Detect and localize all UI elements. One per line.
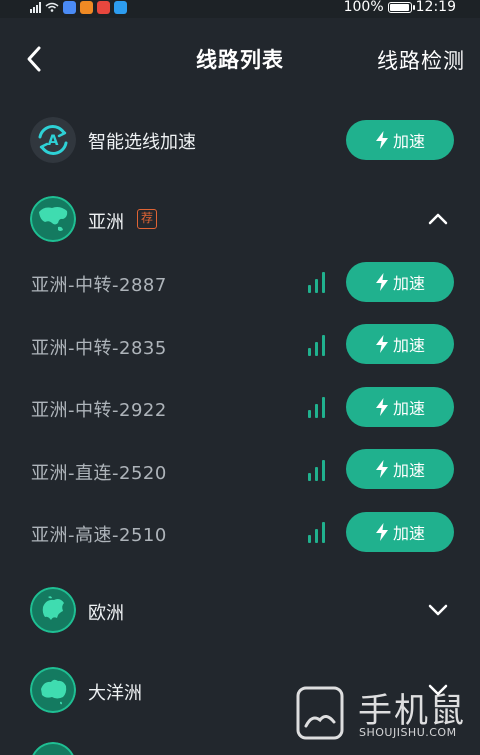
route-detect-button[interactable]: 线路检测 [377, 45, 465, 75]
watermark-text: 手机鼠 [358, 691, 466, 731]
signal-strength-icon [308, 459, 330, 481]
chevron-down-icon[interactable] [426, 602, 450, 618]
region-row-asia[interactable]: 亚洲 荐 [0, 196, 480, 242]
signal-strength-icon [308, 334, 330, 356]
battery-percent: 100% [343, 0, 384, 15]
boost-label: 加速 [392, 132, 425, 151]
route-name: 亚洲-直连-2520 [31, 463, 167, 484]
cellular-signal-icon [30, 1, 41, 13]
boost-label: 加速 [392, 524, 425, 543]
status-icons [30, 0, 127, 14]
chevron-up-icon[interactable] [426, 211, 450, 227]
signal-strength-icon [308, 396, 330, 418]
smart-route-label: 智能选线加速 [88, 132, 196, 153]
boost-button[interactable]: 加速 [346, 262, 454, 302]
region-row-europe[interactable]: 欧洲 [0, 587, 480, 633]
auto-select-icon: A [30, 117, 76, 163]
route-name: 亚洲-中转-2835 [31, 338, 167, 359]
wifi-icon [45, 2, 59, 12]
route-name: 亚洲-中转-2887 [31, 275, 167, 296]
watermark-url: SHOUJISHU.COM [359, 726, 457, 739]
signal-strength-icon [308, 271, 330, 293]
route-row[interactable]: 亚洲-中转-2887 加速 [0, 262, 480, 302]
region-name: 欧洲 [88, 603, 124, 624]
region-name: 大洋洲 [88, 683, 142, 704]
boost-button[interactable]: 加速 [346, 512, 454, 552]
app-notification-icon [114, 0, 127, 14]
boost-button[interactable]: 加速 [346, 387, 454, 427]
clock: 12:19 [415, 0, 456, 15]
route-row[interactable]: 亚洲-中转-2922 加速 [0, 387, 480, 427]
route-list-screen: 100% 12:19 线路列表 线路检测 A 智能选线加速 加速 亚洲 荐 亚洲… [0, 0, 480, 755]
app-notification-icon [97, 0, 110, 14]
top-bar: 线路列表 线路检测 [0, 36, 480, 84]
status-right: 100% 12:19 [344, 0, 456, 14]
route-row[interactable]: 亚洲-高速-2510 加速 [0, 512, 480, 552]
svg-text:A: A [48, 133, 59, 149]
status-bar: 100% 12:19 [0, 0, 480, 18]
europe-globe-icon [30, 587, 76, 633]
boost-button[interactable]: 加速 [346, 324, 454, 364]
smart-route-row[interactable]: A 智能选线加速 加速 [0, 117, 480, 163]
lightning-icon [375, 460, 388, 478]
route-row[interactable]: 亚洲-中转-2835 加速 [0, 324, 480, 364]
route-name: 亚洲-高速-2510 [31, 525, 167, 546]
boost-button[interactable]: 加速 [346, 449, 454, 489]
route-row[interactable]: 亚洲-直连-2520 加速 [0, 449, 480, 489]
lightning-icon [375, 131, 388, 149]
lightning-icon [375, 273, 388, 291]
recommended-badge: 荐 [137, 209, 157, 229]
globe-icon [32, 742, 74, 755]
boost-label: 加速 [392, 399, 425, 418]
app-notification-icon [63, 0, 76, 14]
battery-icon [387, 1, 415, 13]
lightning-icon [375, 335, 388, 353]
oceania-globe-icon [30, 667, 76, 713]
lightning-icon [375, 398, 388, 416]
signal-strength-icon [308, 521, 330, 543]
lightning-icon [375, 523, 388, 541]
region-name: 亚洲 [88, 212, 124, 233]
smart-boost-button[interactable]: 加速 [346, 120, 454, 160]
app-notification-icon [80, 0, 93, 14]
boost-label: 加速 [392, 461, 425, 480]
asia-globe-icon [30, 196, 76, 242]
route-name: 亚洲-中转-2922 [31, 400, 167, 421]
boost-label: 加速 [392, 336, 425, 355]
boost-label: 加速 [392, 274, 425, 293]
